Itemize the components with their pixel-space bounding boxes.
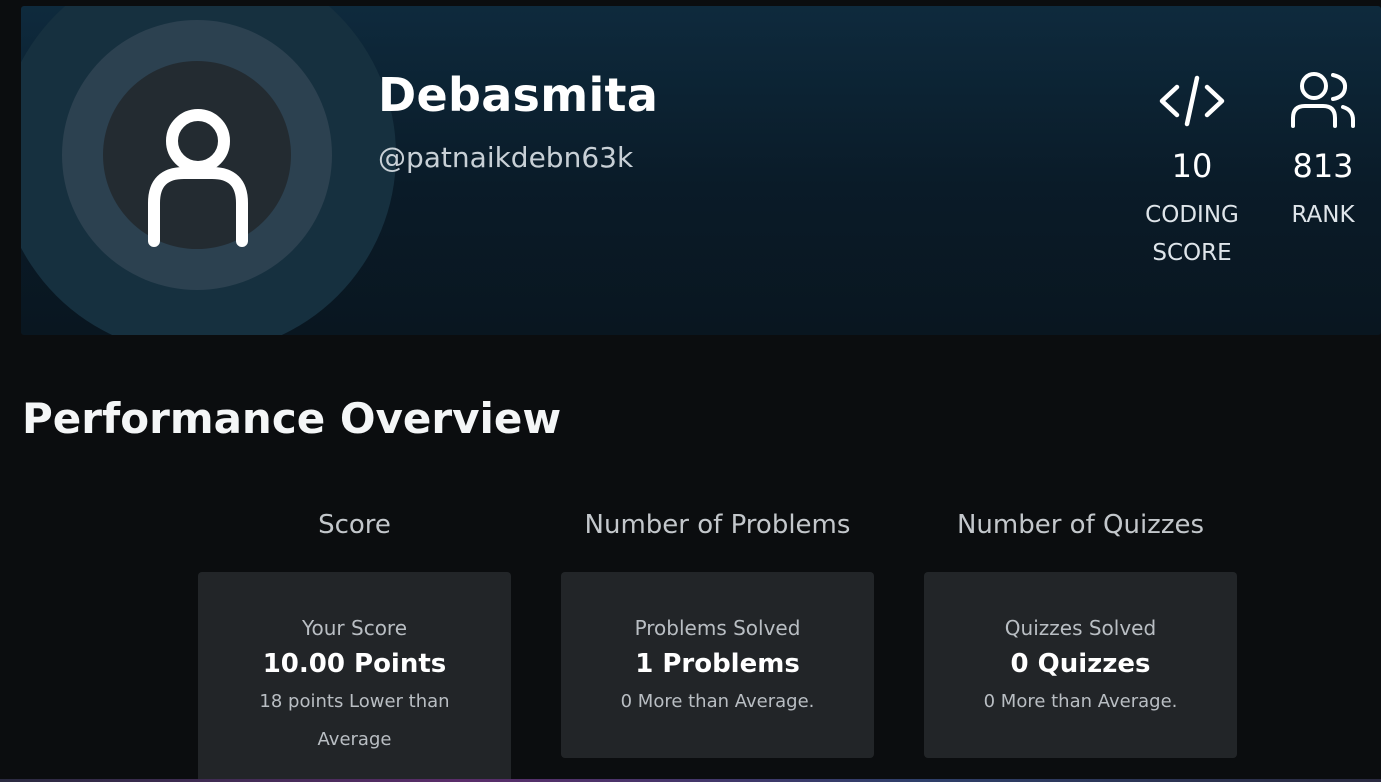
coding-score-value: 10 (1171, 147, 1213, 185)
score-card-value: 10.00 Points (262, 649, 447, 679)
rank-stat: 813 RANK (1278, 70, 1368, 234)
problems-card: Problems Solved 1 Problems 0 More than A… (561, 572, 874, 758)
quizzes-card-note: 0 More than Average. (983, 691, 1178, 712)
coding-score-label-line1: CODING (1145, 202, 1239, 228)
problems-heading: Number of Problems (584, 510, 851, 540)
problems-card-label: Problems Solved (634, 616, 801, 640)
profile-handle: @patnaikdebn63k (378, 141, 634, 174)
problems-card-value: 1 Problems (635, 649, 800, 679)
score-heading: Score (318, 510, 391, 540)
score-card: Your Score 10.00 Points 18 points Lower … (198, 572, 511, 782)
score-card-note: 18 points Lower than Average (259, 691, 450, 750)
users-icon (1291, 72, 1355, 128)
quizzes-card-value: 0 Quizzes (1010, 649, 1151, 679)
problems-card-note: 0 More than Average. (620, 691, 815, 712)
quizzes-card: Quizzes Solved 0 Quizzes 0 More than Ave… (924, 572, 1237, 758)
score-card-label: Your Score (301, 616, 408, 640)
profile-name: Debasmita (378, 68, 659, 122)
profile-page: Debasmita @patnaikdebn63k 10 CODING SCOR… (0, 0, 1381, 782)
rank-label: RANK (1291, 202, 1355, 228)
quizzes-card-label: Quizzes Solved (1004, 616, 1157, 640)
rank-value: 813 (1292, 147, 1354, 185)
profile-banner: Debasmita @patnaikdebn63k 10 CODING SCOR… (21, 6, 1381, 335)
coding-score-label: CODING SCORE (1124, 196, 1260, 272)
section-title: Performance Overview (22, 394, 562, 443)
coding-score-label-line2: SCORE (1152, 240, 1232, 266)
user-icon (103, 61, 291, 249)
code-icon (1159, 75, 1225, 127)
coding-score-stat: 10 CODING SCORE (1124, 70, 1260, 272)
quizzes-heading: Number of Quizzes (956, 510, 1205, 540)
